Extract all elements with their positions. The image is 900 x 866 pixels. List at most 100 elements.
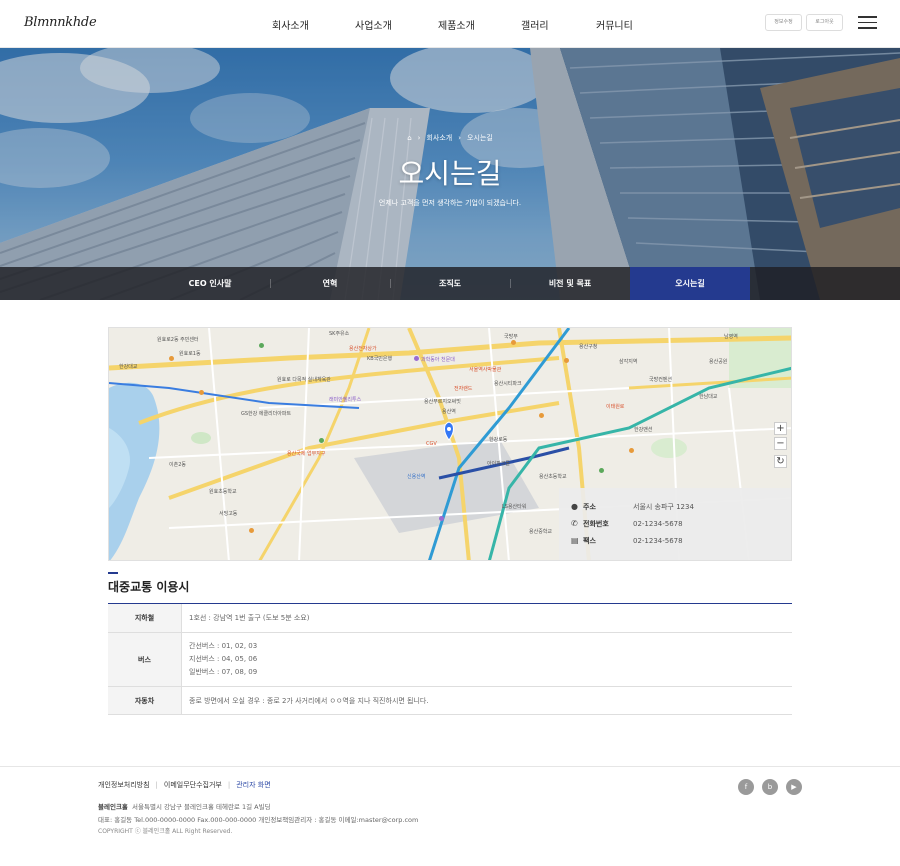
map-reset-button[interactable]: ↻: [774, 455, 787, 468]
map-label: 원효로 다목적 실내체육관: [277, 377, 331, 383]
nav-item-products[interactable]: 제품소개: [438, 17, 475, 32]
map-label: 래미안첼리투스: [329, 397, 362, 403]
phone-value: 02-1234-5678: [633, 520, 683, 528]
phone-label: 전화번호: [583, 520, 609, 528]
map-poi-icon: [169, 356, 174, 361]
admin-link[interactable]: 관리자 화면: [236, 781, 270, 789]
map-poi-icon: [539, 413, 544, 418]
tab-organization[interactable]: 조직도: [390, 267, 510, 300]
breadcrumb-current[interactable]: 오시는길: [467, 134, 493, 142]
map-label: CGV: [426, 441, 437, 447]
address-text: 서울특별시 강남구 블레인크홀 테헤란로 1길 A빌딩: [132, 803, 271, 811]
tab-directions[interactable]: 오시는길: [630, 267, 750, 300]
map-label: GS한강 에클리더아파트: [241, 411, 292, 417]
map-label: 용산국제 업무지구: [287, 451, 326, 457]
tab-history[interactable]: 연혁: [270, 267, 390, 300]
car-info: 종로 방면에서 오실 경우 : 종로 2가 사거리에서 ㅇㅇ역을 지나 직진하시…: [189, 697, 429, 705]
facebook-icon[interactable]: f: [738, 779, 754, 795]
map-label: 아이파크몰: [487, 461, 511, 467]
table-row: 버스 간선버스 : 01, 02, 03 지선버스 : 04, 05, 06 일…: [108, 633, 792, 687]
hamburger-icon[interactable]: [858, 16, 877, 29]
company-name: 블레인크홀: [98, 803, 128, 811]
map-label: 과학동아 천문대: [421, 357, 455, 363]
map-label: 국방부: [504, 334, 518, 340]
blog-icon[interactable]: b: [762, 779, 778, 795]
map-label: 서울역사박물관: [469, 367, 502, 373]
fax-row: ▤ 팩스 02-1234-5678: [571, 536, 683, 546]
map-label: 한강로동: [489, 437, 508, 443]
row-content-subway: 1호선 : 강남역 1번 출구 (도보 5분 소요): [181, 604, 792, 633]
edit-profile-button[interactable]: 정보수정: [765, 14, 802, 31]
map-label: 용산역: [442, 409, 456, 415]
map-label: 남영역: [724, 334, 738, 340]
map-label: 원효초등학교: [209, 489, 237, 495]
breadcrumb: ⌂ › 회사소개 › 오시는길: [407, 134, 493, 142]
company-contact: 대표: 홍길동 Tel.000-0000-0000 Fax.000-000-00…: [98, 816, 419, 824]
zoom-out-button[interactable]: −: [774, 437, 787, 450]
home-icon[interactable]: ⌂: [407, 134, 411, 142]
privacy-policy-link[interactable]: 개인정보처리방침: [98, 781, 150, 789]
fax-icon: ▤: [571, 536, 579, 545]
map-poi-icon: [249, 528, 254, 533]
map-label: 용산구청: [579, 344, 598, 350]
tab-ceo-greeting[interactable]: CEO 인사말: [150, 267, 270, 300]
location-map[interactable]: 원효로2동 주민센터 원효로1동 용산전자상가 KB국민은행 과학동아 천문대 …: [108, 327, 792, 561]
page-title: 오시는길: [398, 157, 502, 190]
map-poi-icon: [199, 390, 204, 395]
map-poi-icon: [439, 516, 444, 521]
map-label: 전자랜드: [454, 386, 473, 392]
map-label: 서빙고동: [219, 511, 238, 517]
map-label: 국방컨벤션: [649, 377, 673, 383]
map-poi-icon: [319, 438, 324, 443]
map-label: 원효로2동 주민센터: [157, 337, 199, 343]
map-label: 용산시티파크: [494, 381, 522, 387]
map-label: 한강맨션: [634, 427, 653, 433]
company-address: 블레인크홀 서울특별시 강남구 블레인크홀 테헤란로 1길 A빌딩: [98, 801, 271, 811]
youtube-icon[interactable]: ▶: [786, 779, 802, 795]
map-poi-icon: [414, 356, 419, 361]
table-row: 자동차 종로 방면에서 오실 경우 : 종로 2가 사거리에서 ㅇㅇ역을 지나 …: [108, 687, 792, 715]
row-header-car: 자동차: [108, 687, 181, 714]
phone-row: ✆ 전화번호 02-1234-5678: [571, 519, 683, 529]
link-divider: |: [155, 781, 158, 789]
map-poi-icon: [259, 343, 264, 348]
map-label: 한강대교: [119, 364, 138, 370]
address-label: 주소: [583, 503, 596, 511]
page-subtitle: 언제나 고객을 먼저 생각하는 기업이 되겠습니다.: [378, 199, 522, 207]
nav-item-community[interactable]: 커뮤니티: [596, 17, 633, 32]
map-label: LS용산타워: [502, 504, 527, 510]
address-value: 서울시 송파구 1234: [633, 503, 694, 511]
transport-table: 지하철 1호선 : 강남역 1번 출구 (도보 5분 소요) 버스 간선버스 :…: [108, 603, 792, 715]
link-divider: |: [227, 781, 231, 789]
map-label: 용산전자상가: [349, 346, 377, 352]
map-label: 한남대교: [699, 394, 718, 400]
map-label: 용산공원: [709, 359, 728, 365]
nav-item-business[interactable]: 사업소개: [355, 17, 392, 32]
site-footer: 개인정보처리방침 | 이메일무단수집거부 | 관리자 화면 블레인크홀 서울특별시 강남…: [0, 766, 900, 866]
map-poi-icon: [599, 468, 604, 473]
location-pin-icon: ●: [571, 502, 578, 511]
map-poi-icon: [564, 358, 569, 363]
fax-label: 팩스: [583, 537, 596, 545]
section-title: 대중교통 이용시: [108, 580, 190, 594]
row-header-subway: 지하철: [108, 604, 181, 632]
map-label: SK주유소: [329, 331, 350, 337]
contact-info-box: ● 주소 서울시 송파구 1234 ✆ 전화번호 02-1234-5678 ▤ 팩스 02-…: [559, 488, 791, 560]
footer-links: 개인정보처리방침 | 이메일무단수집거부 | 관리자 화면: [98, 780, 271, 790]
zoom-in-button[interactable]: +: [774, 422, 787, 435]
fax-value: 02-1234-5678: [633, 537, 683, 545]
row-header-bus: 버스: [108, 633, 181, 686]
map-label: 용산중학교: [529, 529, 553, 535]
breadcrumb-company[interactable]: 회사소개: [426, 134, 452, 142]
row-content-car: 종로 방면에서 오실 경우 : 종로 2가 사거리에서 ㅇㅇ역을 지나 직진하시…: [181, 687, 792, 715]
logout-button[interactable]: 로그아웃: [806, 14, 843, 31]
bus-info-line: 간선버스 : 01, 02, 03: [189, 642, 258, 650]
site-header: Blmnnkhde 회사소개 사업소개 제품소개 갤러리 커뮤니티 정보수정 로…: [0, 0, 900, 48]
map-label: 이촌2동: [169, 462, 186, 468]
nav-item-gallery[interactable]: 갤러리: [521, 17, 549, 32]
map-label: 원효로1동: [179, 351, 201, 357]
nav-item-company[interactable]: 회사소개: [272, 17, 309, 32]
email-refusal-link[interactable]: 이메일무단수집거부: [164, 781, 222, 789]
tab-vision[interactable]: 비전 및 목표: [510, 267, 630, 300]
subway-info: 1호선 : 강남역 1번 출구 (도보 5분 소요): [189, 614, 310, 622]
